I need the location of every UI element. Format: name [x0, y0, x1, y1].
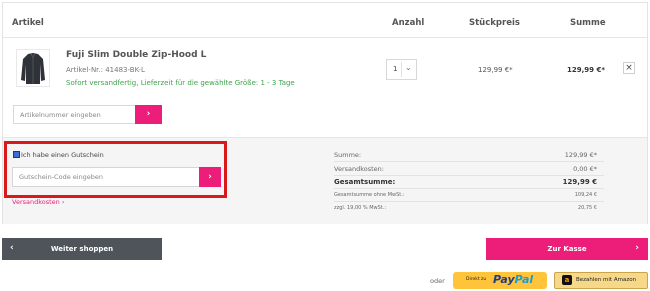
chevron-right-icon: › [635, 243, 639, 253]
paypal-prefix: Direkt zu [466, 277, 487, 282]
summe-label: Summe: [334, 151, 362, 159]
totals-divider [334, 188, 604, 189]
product-name[interactable]: Fuji Slim Double Zip-Hood L [66, 50, 206, 60]
or-label: oder [430, 277, 445, 285]
grand-total-label: Gesamtsumme: [334, 178, 396, 186]
voucher-checkbox[interactable] [13, 151, 20, 158]
summe-value: 129,99 €* [564, 151, 597, 159]
net-total-label: Gesamtsumme ohne MwSt.: [334, 192, 405, 198]
totals-divider [334, 161, 604, 162]
chevron-right-icon: › [208, 172, 212, 182]
checkout-label: Zur Kasse [547, 245, 587, 253]
quantity-divider [401, 62, 402, 77]
vat-label: zzgl. 19,00 % MwSt.: [334, 205, 387, 211]
product-number: Artikel-Nr.: 41483-BK-L [66, 66, 145, 74]
header-divider [3, 37, 647, 38]
product-thumbnail[interactable] [16, 49, 50, 87]
shipping-costs-link[interactable]: Versandkosten › [12, 198, 64, 206]
cart-header: Artikel Anzahl Stückpreis Summe [2, 12, 648, 34]
totals-divider [334, 175, 604, 176]
header-artikel: Artikel [12, 18, 44, 28]
remove-item-button[interactable]: × [623, 62, 635, 74]
amazon-pay-label: Bezahlen mit Amazon [576, 277, 637, 283]
amazon-pay-button[interactable]: a Bezahlen mit Amazon [554, 272, 648, 289]
voucher-checkbox-label[interactable]: Ich habe einen Gutschein [21, 151, 104, 159]
voucher-code-input[interactable]: Gutschein-Code eingeben [12, 167, 199, 187]
jacket-image [21, 53, 45, 84]
add-article-button[interactable]: › [135, 105, 162, 124]
delivery-status: Sofort versandfertig, Lieferzeit für die… [66, 79, 295, 87]
net-total-value: 109,24 € [574, 192, 597, 198]
checkout-button[interactable]: Zur Kasse › [486, 238, 648, 260]
apply-voucher-button[interactable]: › [199, 167, 221, 187]
line-total: 129,99 €* [567, 66, 605, 74]
amazon-icon: a [562, 275, 572, 285]
header-stueckpreis: Stückpreis [469, 18, 520, 28]
grand-total-value: 129,99 € [562, 178, 597, 186]
paypal-logo: PayPal [493, 273, 534, 286]
continue-shopping-label: Weiter shoppen [50, 245, 114, 253]
quantity-select[interactable]: 1 ⌄ [386, 59, 417, 80]
shipping-value: 0,00 €* [573, 165, 597, 173]
continue-shopping-button[interactable]: ‹ Weiter shoppen [2, 238, 162, 260]
article-number-input[interactable]: Artikelnummer eingeben [13, 105, 135, 124]
header-summe: Summe [570, 18, 606, 28]
paypal-express-button[interactable]: Direkt zu PayPal [453, 272, 547, 289]
chevron-right-icon: › [146, 109, 151, 119]
unit-price: 129,99 €* [478, 66, 513, 74]
shipping-label: Versandkosten: [334, 165, 384, 173]
totals-divider [334, 201, 604, 202]
chevron-down-icon: ⌄ [405, 63, 412, 72]
close-icon: × [625, 63, 633, 73]
quantity-value: 1 [393, 65, 398, 73]
header-anzahl: Anzahl [392, 18, 425, 28]
vat-value: 20,75 € [577, 205, 597, 211]
